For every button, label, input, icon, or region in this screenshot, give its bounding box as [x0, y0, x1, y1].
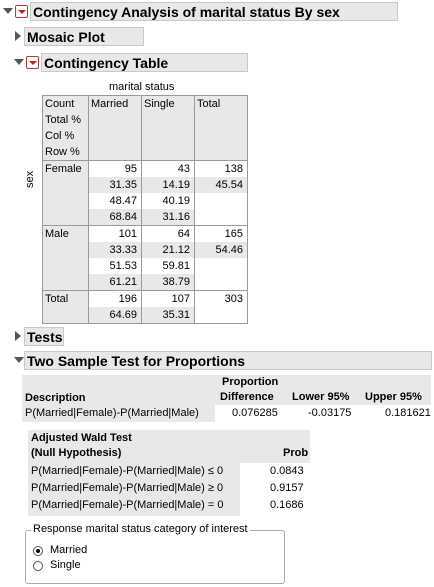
wald-prob-1: 0.0843 [270, 465, 304, 477]
row-header-female: Female [42, 160, 89, 226]
wald-hypothesis-1: P(Married|Female)-P(Married|Male) ≤ 0 [31, 465, 224, 477]
legend-count: Count [45, 98, 75, 110]
column-header-total: Total [194, 95, 248, 161]
red-triangle-menu-icon[interactable] [26, 56, 39, 69]
cell-value: 31.35 [89, 177, 141, 193]
wald-null-hypothesis: (Null Hypothesis) [31, 447, 122, 459]
two-sample-test-header[interactable]: Two Sample Test for Proportions [24, 351, 432, 370]
column-header-married: Married [88, 95, 142, 161]
wald-hypothesis-2: P(Married|Female)-P(Married|Male) ≥ 0 [31, 482, 224, 494]
empty-line [195, 307, 247, 323]
cell-value: 54.46 [195, 242, 247, 258]
report-title-bar: Contingency Analysis of marital status B… [30, 2, 398, 21]
radio-married[interactable] [33, 546, 43, 556]
tests-header[interactable]: Tests [24, 327, 64, 346]
contingency-table-title: Contingency Table [44, 54, 169, 71]
mosaic-plot-title: Mosaic Plot [27, 28, 105, 45]
column-header-single: Single [141, 95, 195, 161]
row-variable-label: sex [24, 170, 36, 188]
collapse-icon[interactable] [14, 357, 24, 363]
column-header-label: Married [91, 98, 129, 110]
legend-row-pct: Row % [45, 146, 80, 158]
mosaic-plot-header[interactable]: Mosaic Plot [24, 27, 144, 46]
response-group-legend: Response marital status category of inte… [31, 523, 250, 535]
cell-value: 33.33 [89, 242, 141, 258]
cell-value: 48.47 [109, 195, 137, 207]
row-header-label: Total [45, 293, 69, 305]
cell-value: 51.53 [109, 260, 137, 272]
wald-prob-2: 0.9157 [270, 482, 304, 494]
cell-male-single: 64 21.12 59.81 38.79 [141, 225, 195, 291]
row-header-male: Male [42, 225, 89, 291]
header-difference: Difference [220, 391, 274, 403]
table-row: Female 95 31.35 48.47 68.84 43 14.19 40.… [42, 160, 248, 226]
cell-value: 43 [177, 163, 190, 175]
cell-male-married: 101 33.33 51.53 61.21 [88, 225, 142, 291]
legend-cell: Count Total % Col % Row % [42, 95, 89, 161]
red-triangle-menu-icon[interactable] [15, 5, 28, 18]
cell-female-married: 95 31.35 48.47 68.84 [88, 160, 142, 226]
cell-grand-total: 303 [194, 290, 248, 324]
upper-95-value: 0.181621 [385, 407, 431, 419]
column-header-label: Total [197, 98, 221, 110]
table-row-total: Total 196 64.69 107 35.31 303 [42, 290, 248, 324]
cell-total-single: 107 35.31 [141, 290, 195, 324]
cell-value: 196 [118, 293, 137, 305]
row-header-label: Male [45, 228, 69, 240]
cell-value: 61.21 [89, 274, 141, 290]
cell-value: 64 [177, 228, 190, 240]
column-header-label: Single [144, 98, 175, 110]
cell-value: 101 [118, 228, 137, 240]
wald-hypothesis-3: P(Married|Female)-P(Married|Male) = 0 [31, 499, 224, 511]
wald-prob-3: 0.1686 [270, 499, 304, 511]
lower-95-value: -0.03175 [308, 407, 352, 419]
contingency-table: Count Total % Col % Row % Married Single… [42, 95, 248, 324]
collapse-icon[interactable] [14, 59, 24, 65]
cell-value: 107 [171, 293, 190, 305]
wald-prob-header: Prob [283, 447, 309, 459]
cell-value: 59.81 [162, 260, 190, 272]
response-group-box [25, 530, 285, 584]
row-header-label: Female [45, 163, 82, 175]
header-upper-95: Upper 95% [365, 391, 422, 403]
cell-value: 21.12 [142, 242, 194, 258]
description-value: P(Married|Female)-P(Married|Male) [25, 407, 199, 419]
wald-title: Adjusted Wald Test [31, 432, 132, 444]
collapse-icon[interactable] [3, 8, 13, 14]
legend-col-pct: Col % [45, 130, 75, 142]
cell-value: 31.16 [142, 209, 194, 225]
column-variable-label: marital status [109, 81, 175, 93]
cell-value: 45.54 [195, 177, 247, 193]
difference-value: 0.076285 [232, 407, 278, 419]
cell-female-single: 43 14.19 40.19 31.16 [141, 160, 195, 226]
cell-value: 303 [224, 293, 243, 305]
table-row: Male 101 33.33 51.53 61.21 64 21.12 59.8… [42, 225, 248, 291]
header-description: Description [25, 392, 86, 404]
cell-value: 38.79 [142, 274, 194, 290]
contingency-table-header[interactable]: Contingency Table [41, 53, 248, 72]
cell-value: 165 [224, 228, 243, 240]
cell-female-total: 138 45.54 [194, 160, 248, 226]
cell-value: 14.19 [142, 177, 194, 193]
cell-value: 35.31 [142, 307, 194, 323]
legend-total-pct: Total % [45, 114, 82, 126]
report-title: Contingency Analysis of marital status B… [33, 3, 340, 20]
radio-married-label[interactable]: Married [50, 544, 87, 556]
expand-icon[interactable] [15, 331, 21, 341]
row-header-total: Total [42, 290, 89, 324]
cell-total-married: 196 64.69 [88, 290, 142, 324]
header-proportion: Proportion [222, 376, 279, 388]
cell-value: 64.69 [89, 307, 141, 323]
radio-single[interactable] [33, 561, 43, 571]
header-lower-95: Lower 95% [292, 391, 350, 403]
expand-icon[interactable] [15, 31, 21, 41]
two-sample-test-title: Two Sample Test for Proportions [27, 352, 246, 369]
cell-value: 138 [224, 163, 243, 175]
tests-title: Tests [27, 328, 63, 345]
radio-single-label[interactable]: Single [50, 559, 81, 571]
cell-value: 95 [124, 163, 137, 175]
cell-male-total: 165 54.46 [194, 225, 248, 291]
cell-value: 40.19 [162, 195, 190, 207]
cell-value: 68.84 [89, 209, 141, 225]
